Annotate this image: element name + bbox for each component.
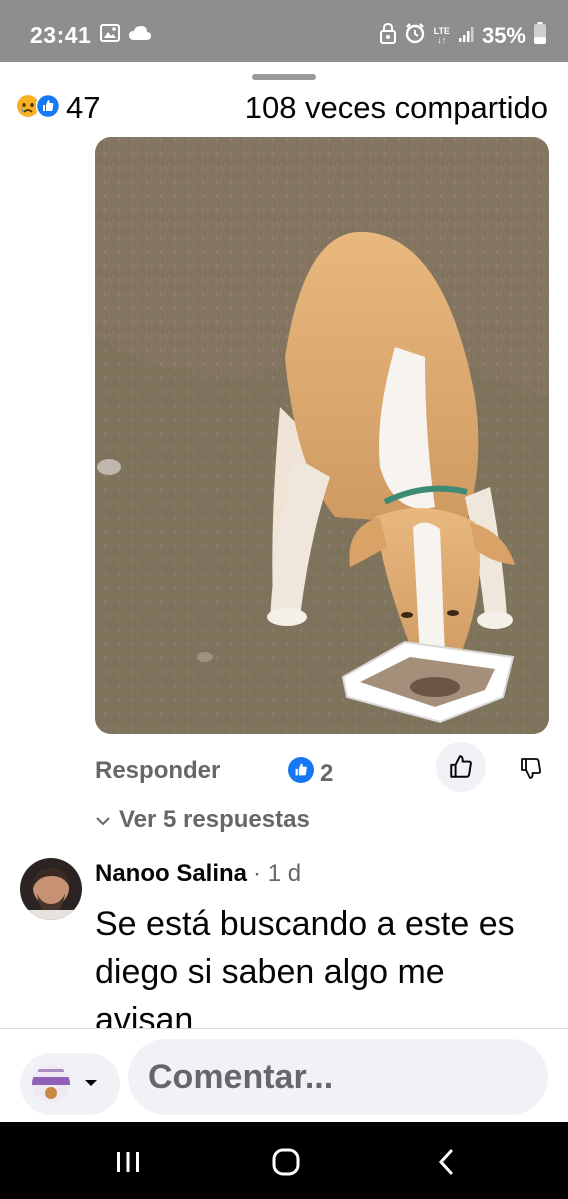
alarm-icon: [404, 22, 426, 50]
status-bar: 23:41 LTE ↓↑ 35%: [0, 0, 568, 62]
chevron-down-icon: [95, 806, 111, 834]
status-right-icons: LTE ↓↑ 35%: [379, 22, 546, 50]
comment-like-count[interactable]: 2: [288, 757, 333, 790]
back-icon: [438, 1149, 453, 1175]
chevron-down-icon: [84, 1075, 98, 1093]
like-button[interactable]: [436, 742, 486, 792]
back-button[interactable]: [426, 1144, 466, 1180]
comment-input[interactable]: Comentar...: [128, 1039, 548, 1115]
comment-time: · 1 d: [253, 860, 302, 887]
like-icon: [288, 757, 314, 790]
comment-composer: Comentar...: [0, 1028, 568, 1123]
recent-apps-button[interactable]: [108, 1144, 148, 1180]
system-nav-bar: [0, 1122, 568, 1199]
home-button[interactable]: [266, 1144, 306, 1180]
thumbs-down-icon: [521, 758, 541, 779]
battery-text: 35%: [481, 23, 526, 48]
drag-handle[interactable]: [252, 74, 316, 80]
comment-author[interactable]: Nanoo Salina: [95, 860, 247, 887]
page-avatar: [32, 1065, 70, 1103]
lock-icon: [379, 22, 396, 50]
reaction-count: 47: [66, 90, 101, 125]
recents-icon: [117, 1152, 139, 1172]
identity-switcher[interactable]: [20, 1053, 120, 1115]
profile-photo-image: [20, 858, 82, 920]
like-icon: [35, 93, 61, 123]
gallery-icon: [100, 24, 120, 47]
share-count[interactable]: 108 veces compartido: [245, 90, 548, 126]
reply-button[interactable]: Responder: [95, 757, 220, 785]
comment-author-line: Nanoo Salina · 1 d: [95, 860, 301, 888]
dislike-button[interactable]: [513, 750, 549, 786]
comment-text: Se está buscando a este es diego si sabe…: [95, 905, 515, 1030]
comments-sheet: 47 108 veces compartido Responder 2 Ver …: [0, 62, 568, 1122]
dog-photo-image: [95, 137, 549, 734]
signal-icon: [458, 23, 474, 49]
cloud-icon: [128, 25, 152, 46]
reaction-summary[interactable]: 47: [16, 90, 100, 126]
comment-actions: Responder 2: [95, 742, 555, 804]
battery-icon: [534, 22, 546, 50]
comment-photo[interactable]: [95, 137, 549, 734]
home-icon: [272, 1148, 300, 1176]
view-replies-link[interactable]: Ver 5 respuestas: [95, 806, 310, 834]
network-type: LTE ↓↑: [433, 26, 450, 45]
status-left-icons: [100, 24, 152, 47]
avatar[interactable]: [20, 858, 82, 920]
status-time: 23:41: [30, 22, 92, 48]
thumbs-up-icon: [450, 755, 472, 778]
